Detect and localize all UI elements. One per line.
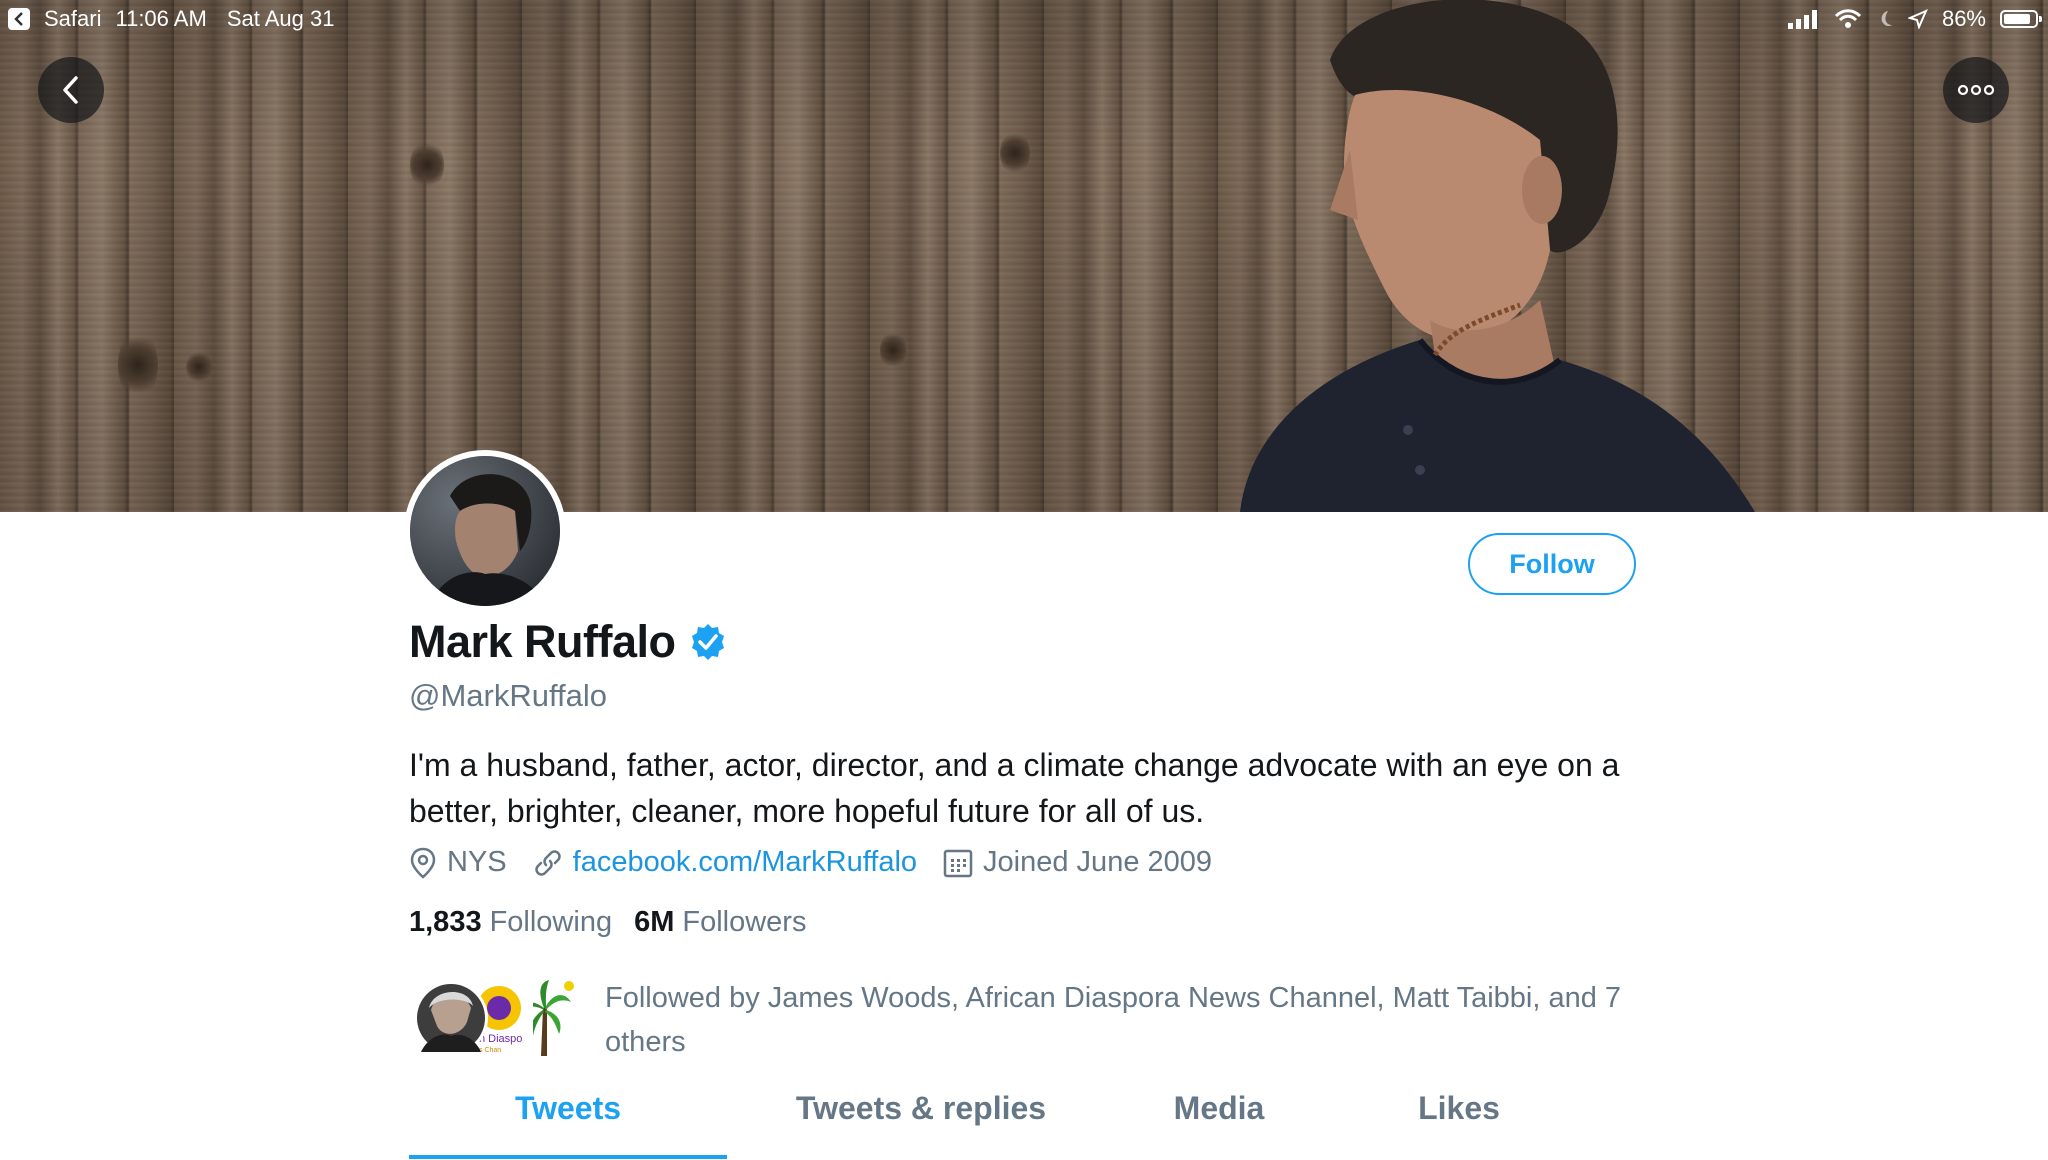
following-label: Following	[489, 906, 613, 938]
svg-text:n Diaspo: n Diaspo	[479, 1033, 522, 1045]
signal-icon	[1787, 10, 1817, 29]
profile-location: NYS	[409, 846, 507, 879]
avatar-photo	[410, 456, 560, 606]
moon-icon	[1881, 11, 1892, 27]
more-dots-icon	[1957, 84, 1995, 96]
profile-name: Mark Ruffalo	[409, 616, 676, 667]
followers-stat[interactable]: 6M Followers	[634, 906, 806, 939]
location-arrow-icon	[1907, 9, 1928, 29]
wifi-icon	[1834, 9, 1862, 28]
followed-by-text[interactable]: Followed by James Woods, African Diaspor…	[605, 976, 1645, 1064]
active-tab-indicator	[409, 1155, 727, 1159]
link-icon	[534, 849, 561, 876]
calendar-icon	[943, 849, 973, 877]
profile-avatar[interactable]	[404, 450, 566, 612]
battery-level	[2004, 14, 2030, 24]
profile-bio: I'm a husband, father, actor, director, …	[409, 747, 1620, 829]
following-stat[interactable]: 1,833 Following	[409, 906, 612, 939]
battery-icon	[2000, 10, 2042, 28]
follower-avatar-person	[414, 981, 488, 1055]
verified-badge-icon	[691, 624, 724, 660]
followers-count: 6M	[634, 906, 675, 938]
battery-percent: 86%	[1941, 6, 1986, 31]
location-pin-icon	[410, 847, 436, 879]
status-time: 11:06 AM	[115, 6, 207, 31]
location-text: NYS	[447, 846, 507, 878]
joined-text: Joined June 2009	[983, 846, 1213, 878]
wood-knot	[118, 330, 158, 400]
profile-stats: 1,833 Following 6M Followers	[409, 906, 828, 939]
wood-knot	[410, 140, 444, 190]
profile-handle: @MarkRuffalo	[409, 678, 608, 713]
wood-knot	[186, 350, 212, 384]
svg-text:s Chan: s Chan	[479, 1047, 501, 1054]
tab-tweets[interactable]: Tweets	[409, 1090, 727, 1160]
profile-meta: NYS facebook.com/MarkRuffalo Joined June…	[409, 846, 1238, 879]
followed-by-avatars: n Diaspo s Chan	[414, 980, 583, 1056]
tab-tweets-replies[interactable]: Tweets & replies	[761, 1090, 1081, 1160]
profile-website[interactable]: facebook.com/MarkRuffalo	[533, 846, 917, 879]
profile-tabs: Tweets Tweets & replies Media Likes	[409, 1090, 1649, 1160]
follow-button[interactable]: Follow	[1468, 533, 1636, 595]
profile-joined: Joined June 2009	[943, 846, 1212, 879]
wood-knot	[880, 330, 906, 370]
status-app-name[interactable]: Safari	[44, 6, 101, 32]
tab-likes[interactable]: Likes	[1359, 1090, 1559, 1160]
banner-portrait	[1240, 0, 1755, 512]
following-count: 1,833	[409, 906, 482, 938]
wood-knot	[1000, 130, 1030, 176]
profile-banner[interactable]: Safari 11:06 AM Sat Aug 31 86%	[0, 0, 2048, 512]
profile-name-row: Mark Ruffalo	[409, 616, 728, 668]
tab-media[interactable]: Media	[1109, 1090, 1329, 1160]
status-date: Sat Aug 31	[226, 6, 335, 31]
chevron-left-icon	[63, 76, 78, 104]
back-button[interactable]	[38, 57, 104, 123]
status-bar: Safari 11:06 AM Sat Aug 31 86%	[0, 0, 2048, 40]
more-options-button[interactable]	[1943, 57, 2009, 123]
return-to-app-icon[interactable]	[8, 8, 30, 30]
followers-label: Followers	[682, 906, 807, 938]
website-link[interactable]: facebook.com/MarkRuffalo	[573, 846, 917, 879]
